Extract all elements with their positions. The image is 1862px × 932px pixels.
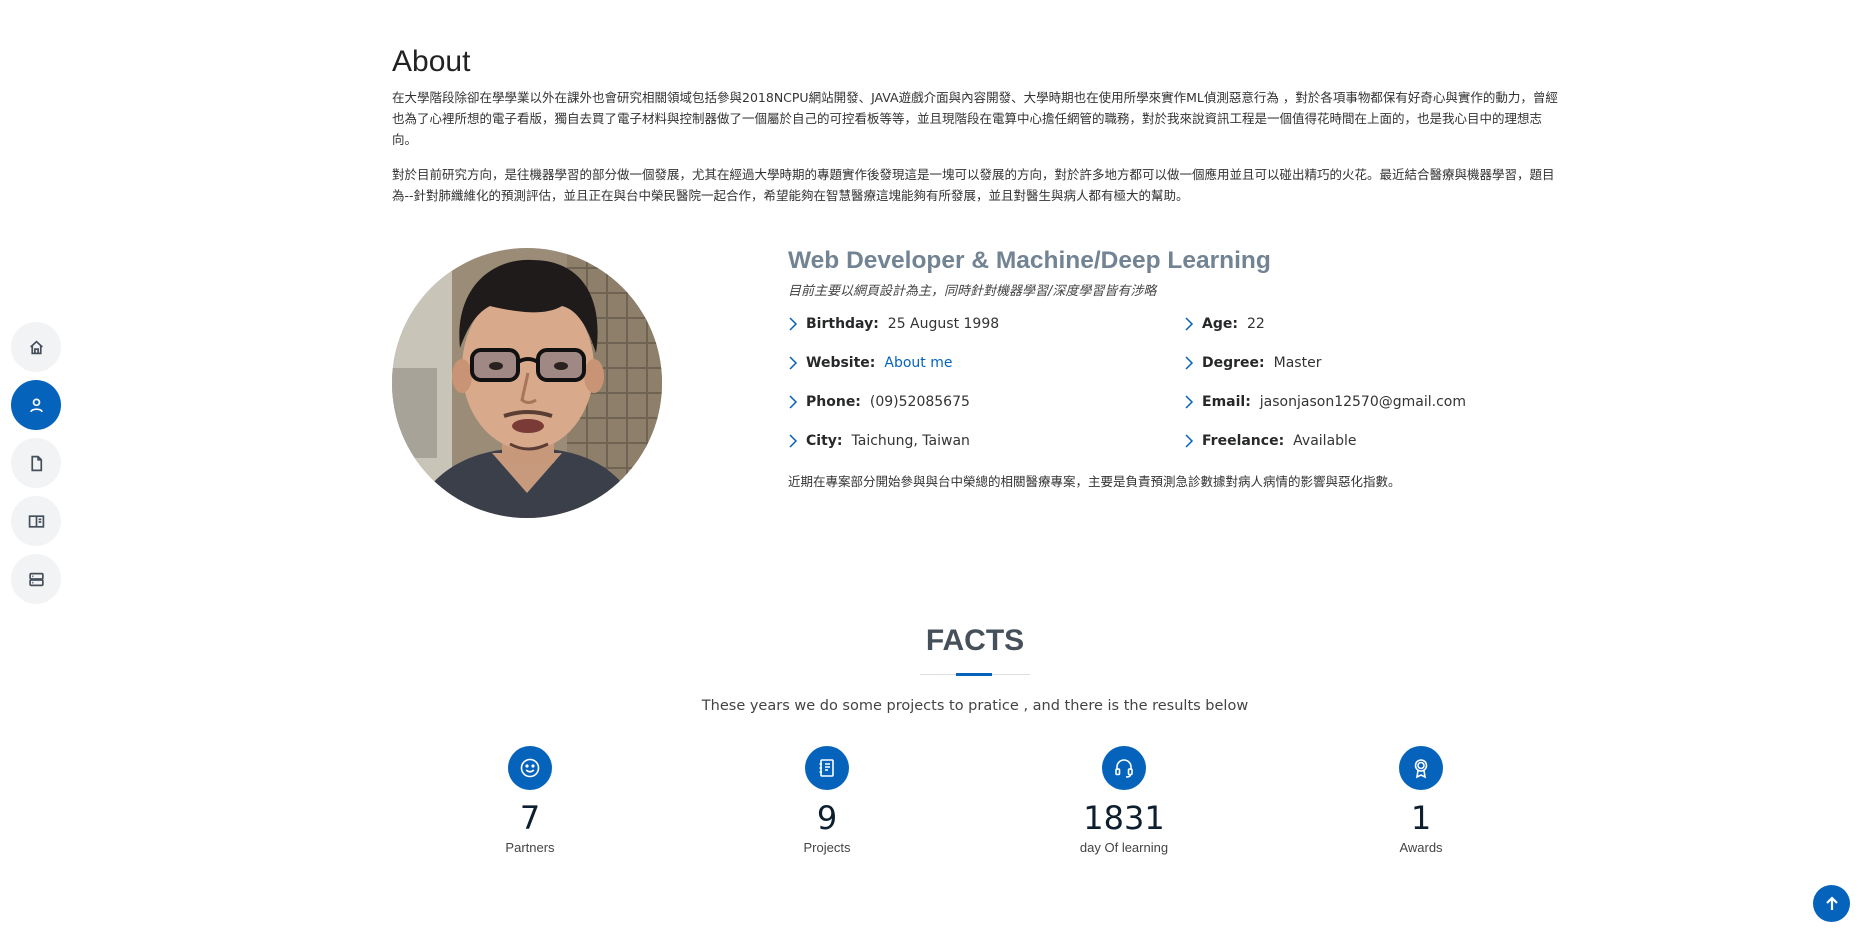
count-partners: 7 Partners bbox=[440, 746, 620, 855]
facts-description: These years we do some projects to prati… bbox=[701, 698, 1249, 714]
degree-value: Master bbox=[1273, 355, 1322, 371]
arrow-up-icon bbox=[1825, 895, 1838, 910]
info-birthday: Birthday: 25 August 1998 bbox=[788, 315, 1184, 333]
freelance-value: Available bbox=[1293, 433, 1357, 449]
facts-divider-accent bbox=[956, 673, 992, 676]
degree-label: Degree: bbox=[1202, 355, 1265, 371]
about-paragraph-2: 對於目前研究方向，是往機器學習的部分做一個發展，尤其在經過大學時期的專題實作後發… bbox=[392, 167, 1555, 203]
chevron-right-icon bbox=[788, 434, 798, 448]
info-freelance: Freelance: Available bbox=[1184, 432, 1564, 450]
count-label: Projects bbox=[803, 840, 851, 855]
side-nav bbox=[11, 322, 61, 612]
info-list: Birthday: 25 August 1998 Age: 22 Website… bbox=[788, 315, 1568, 450]
about-section: About 在大學階段除卻在學學業以外在課外也會研究相關領域包括參與2018NC… bbox=[392, 44, 1560, 220]
info-city: City: Taichung, Taiwan bbox=[788, 432, 1184, 450]
info-phone: Phone: (09)52085675 bbox=[788, 393, 1184, 411]
book-icon bbox=[28, 514, 44, 528]
phone-label: Phone: bbox=[806, 394, 861, 410]
count-value: 1 bbox=[1410, 799, 1432, 837]
profile-note: 近期在專案部分開始參與與台中榮總的相關醫療專案，主要是負責預測急診數據對病人病情… bbox=[788, 474, 1401, 489]
journal-icon bbox=[819, 759, 834, 777]
info-age: Age: 22 bbox=[1184, 315, 1564, 333]
city-value: Taichung, Taiwan bbox=[851, 433, 970, 449]
website-link[interactable]: About me bbox=[884, 354, 952, 372]
city-label: City: bbox=[806, 433, 843, 449]
nav-services-button[interactable] bbox=[11, 554, 61, 604]
person-icon bbox=[29, 397, 43, 412]
info-degree: Degree: Master bbox=[1184, 354, 1564, 372]
email-value: jasonjason12570@gmail.com bbox=[1259, 394, 1466, 410]
count-value: 1831 bbox=[1083, 799, 1165, 837]
count-value: 7 bbox=[519, 799, 541, 837]
file-icon bbox=[30, 455, 42, 471]
server-icon bbox=[28, 572, 44, 586]
profile-photo bbox=[392, 248, 662, 518]
phone-value: (09)52085675 bbox=[869, 394, 970, 410]
age-value: 22 bbox=[1246, 316, 1265, 332]
count-label: day Of learning bbox=[1079, 840, 1169, 855]
smile-icon bbox=[520, 758, 540, 778]
count-awards: 1 Awards bbox=[1331, 746, 1511, 855]
profile-details: Web Developer & Machine/Deep Learning 目前… bbox=[788, 244, 1568, 491]
freelance-label: Freelance: bbox=[1202, 433, 1285, 449]
profile-subtitle: 目前主要以網頁設計為主，同時針對機器學習/深度學習皆有涉略 bbox=[788, 284, 1157, 299]
profile-heading: Web Developer & Machine/Deep Learning bbox=[788, 247, 1271, 274]
about-title: About bbox=[392, 45, 471, 78]
chevron-right-icon bbox=[1184, 434, 1194, 448]
count-projects: 9 Projects bbox=[737, 746, 917, 855]
chevron-right-icon bbox=[788, 395, 798, 409]
about-paragraph-1: 在大學階段除卻在學學業以外在課外也會研究相關領域包括參與2018NCPU網站開發… bbox=[392, 90, 1558, 147]
chevron-right-icon bbox=[788, 356, 798, 370]
nav-portfolio-button[interactable] bbox=[11, 496, 61, 546]
chevron-right-icon bbox=[1184, 356, 1194, 370]
birthday-label: Birthday: bbox=[806, 316, 879, 332]
chevron-right-icon bbox=[1184, 317, 1194, 331]
chevron-right-icon bbox=[1184, 395, 1194, 409]
facts-title: FACTS bbox=[925, 624, 1025, 657]
info-email: Email: jasonjason12570@gmail.com bbox=[1184, 393, 1564, 411]
info-website: Website: About me bbox=[788, 354, 1184, 372]
count-days-learning: 1831 day Of learning bbox=[1034, 746, 1214, 855]
chevron-right-icon bbox=[788, 317, 798, 331]
count-label: Partners bbox=[505, 840, 555, 855]
count-label: Awards bbox=[1399, 840, 1443, 855]
age-label: Age: bbox=[1202, 316, 1238, 332]
award-icon bbox=[1414, 759, 1428, 779]
back-to-top-button[interactable] bbox=[1813, 885, 1850, 922]
nav-resume-button[interactable] bbox=[11, 438, 61, 488]
count-value: 9 bbox=[816, 799, 838, 837]
nav-home-button[interactable] bbox=[11, 322, 61, 372]
home-icon bbox=[29, 340, 43, 354]
email-label: Email: bbox=[1202, 394, 1251, 410]
nav-about-button[interactable] bbox=[11, 380, 61, 430]
website-label: Website: bbox=[806, 355, 876, 371]
headset-icon bbox=[1115, 759, 1133, 778]
birthday-value: 25 August 1998 bbox=[887, 316, 1000, 332]
